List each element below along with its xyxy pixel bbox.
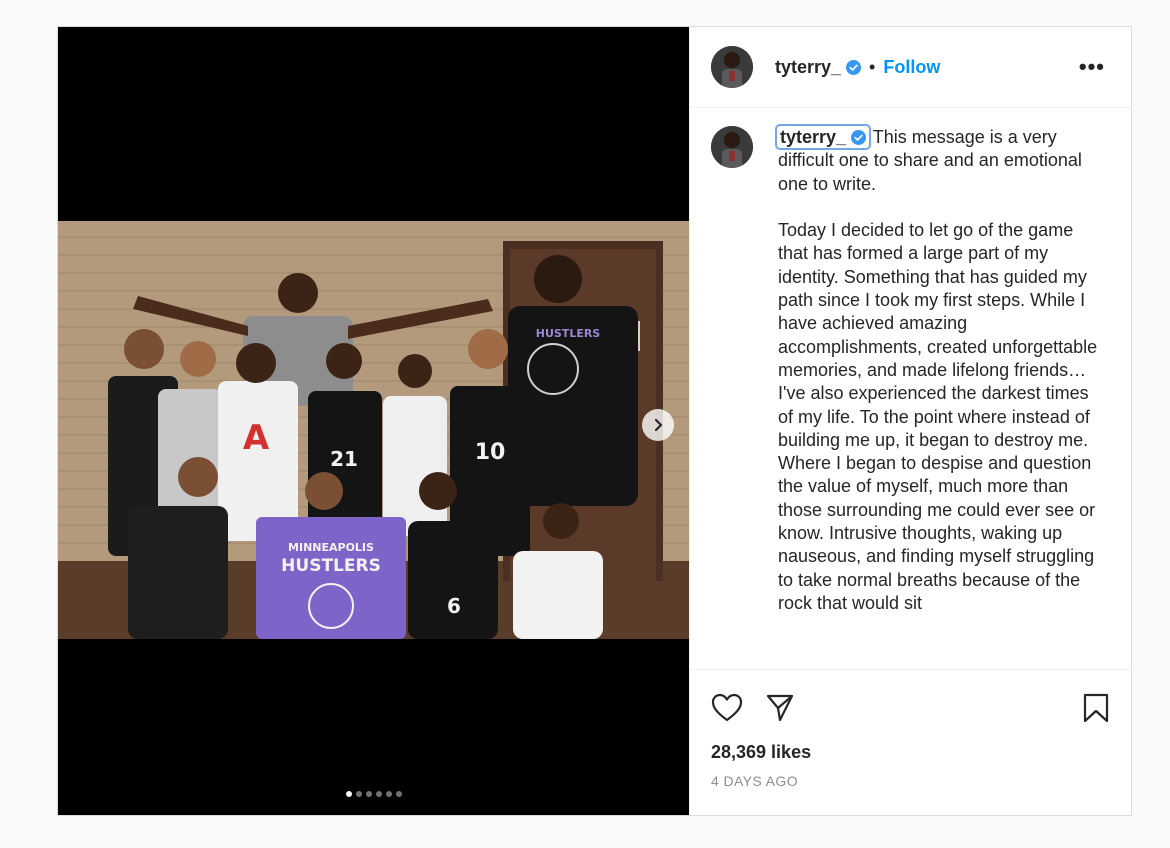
bookmark-icon: [1083, 693, 1109, 723]
jersey-number-21: 21: [330, 447, 358, 471]
verified-badge-icon: [846, 59, 862, 75]
carousel-dot: [375, 791, 382, 797]
jersey-number-6: 6: [447, 594, 461, 618]
avatar[interactable]: [711, 46, 753, 88]
likes-count[interactable]: 28,369 likes: [690, 728, 1131, 763]
post-side-panel: tyterry_ • Follow ••• tyterry_ This mess…: [689, 27, 1131, 815]
carousel-dot: [385, 791, 392, 797]
shirt-team-line1: MINNEAPOLIS: [288, 541, 374, 554]
carousel-dot: [345, 791, 352, 797]
jersey-number-10: 10: [475, 440, 506, 465]
follow-button[interactable]: Follow: [883, 57, 940, 78]
heart-icon: [711, 693, 743, 722]
paper-plane-icon: [766, 694, 794, 722]
carousel-dot: [365, 791, 372, 797]
shirt-team-line2: HUSTLERS: [281, 556, 381, 576]
caption-area[interactable]: tyterry_ This message is a very difficul…: [690, 108, 1131, 670]
post-media[interactable]: HUSTLERS A 21 10 MINNEAPOLIS HUSTLERS 6: [58, 27, 689, 815]
svg-text:A: A: [243, 418, 270, 458]
post-header: tyterry_ • Follow •••: [690, 27, 1131, 108]
post-container: HUSTLERS A 21 10 MINNEAPOLIS HUSTLERS 6 …: [57, 26, 1132, 816]
caption-username[interactable]: tyterry_: [774, 124, 872, 150]
svg-text:HUSTLERS: HUSTLERS: [536, 327, 601, 340]
save-button[interactable]: [1083, 693, 1109, 723]
carousel-dot: [395, 791, 402, 797]
verified-badge-icon: [851, 130, 867, 145]
post-timestamp[interactable]: 4 DAYS AGO: [690, 763, 1131, 789]
header-username[interactable]: tyterry_: [775, 57, 841, 78]
carousel-dot: [355, 791, 362, 797]
caption-username-label[interactable]: tyterry_: [780, 127, 846, 147]
action-bar: [690, 670, 1131, 728]
carousel-next-button[interactable]: [642, 409, 674, 441]
caption-text: tyterry_ This message is a very difficul…: [774, 124, 1098, 669]
avatar[interactable]: [711, 126, 753, 168]
more-options-button[interactable]: •••: [1079, 56, 1105, 78]
team-photo: HUSTLERS A 21 10 MINNEAPOLIS HUSTLERS 6: [58, 221, 689, 639]
share-button[interactable]: [765, 693, 795, 723]
caption-body-text: This message is a very difficult one to …: [778, 127, 1098, 613]
header-separator: •: [869, 56, 876, 77]
carousel-indicator: [58, 791, 689, 797]
chevron-right-icon: [654, 418, 663, 432]
like-button[interactable]: [711, 693, 743, 723]
